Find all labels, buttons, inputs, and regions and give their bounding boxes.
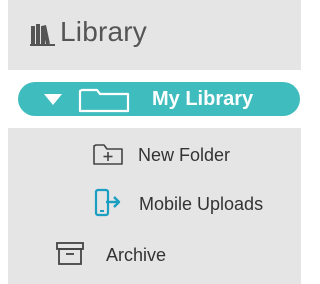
library-sidebar: Library My Library New Folder Mobile Upl… [8,0,301,284]
my-library-label: My Library [152,88,254,110]
library-title: Library [60,16,147,47]
books-icon [30,24,55,46]
my-library-row: My Library [8,70,301,128]
triangle-down-icon[interactable] [44,94,62,105]
new-folder-item[interactable]: New Folder [8,140,301,170]
archive-box-icon [56,242,84,265]
mobile-uploads-label: Mobile Uploads [139,194,264,214]
my-library-item[interactable]: My Library [18,82,300,116]
archive-item[interactable]: Archive [8,240,301,270]
new-folder-icon [93,144,123,165]
library-header: Library [8,0,301,66]
new-folder-label: New Folder [138,145,231,165]
mobile-upload-icon [94,188,121,217]
mobile-uploads-item[interactable]: Mobile Uploads [8,188,301,218]
archive-label: Archive [106,245,167,265]
folder-icon [78,88,130,113]
